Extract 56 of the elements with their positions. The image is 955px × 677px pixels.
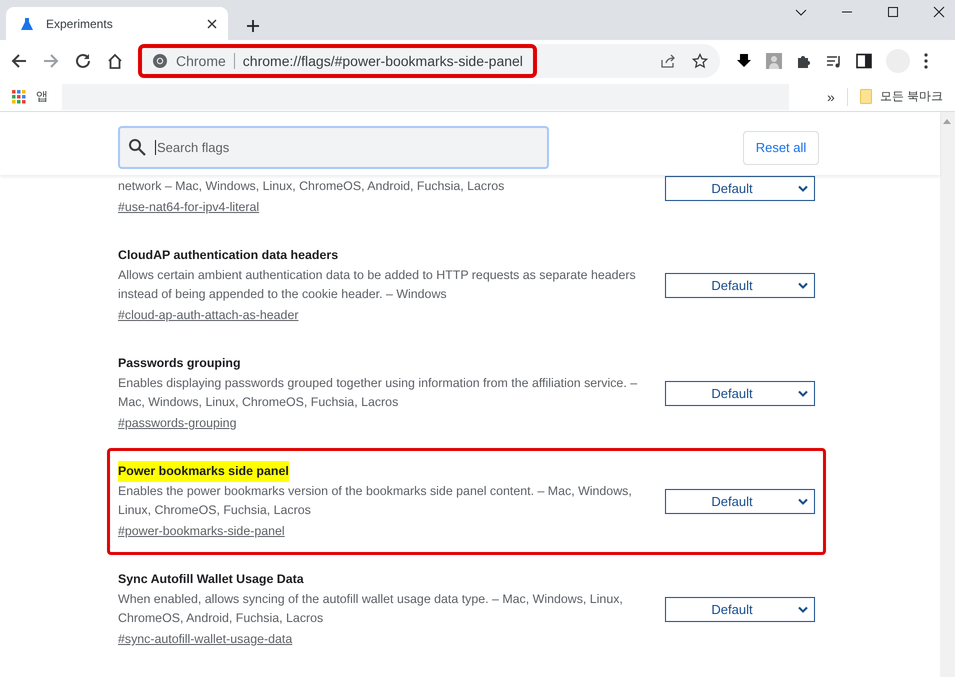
flag-link[interactable]: #power-bookmarks-side-panel: [118, 520, 285, 542]
flag-title: Power bookmarks side panel: [118, 461, 289, 482]
flag-state-dropdown[interactable]: Default: [665, 381, 815, 406]
flag-link[interactable]: #sync-autofill-wallet-usage-data: [118, 628, 292, 650]
flag-description: Enables the power bookmarks version of the bookmarks side panel content. – Mac, Windows, Linux, ChromeOS, Fuchsia, Lacros: [118, 483, 633, 519]
flag-description: Allows certain ambient authentication data to be added to HTTP requests as separate headers instead of being appended to the cookie header. – Windows: [118, 267, 637, 303]
forward-icon[interactable]: [42, 52, 60, 70]
browser-tab[interactable]: Experiments: [6, 7, 228, 40]
chevron-down-icon: [798, 606, 808, 614]
scrollbar[interactable]: [940, 112, 955, 677]
menu-icon[interactable]: [924, 53, 928, 69]
back-icon[interactable]: [10, 52, 28, 70]
flag-link[interactable]: #cloud-ap-auth-attach-as-header: [118, 304, 298, 326]
apps-grid-icon[interactable]: [12, 90, 26, 104]
media-list-icon[interactable]: [826, 53, 842, 69]
flag-description: network – Mac, Windows, Linux, ChromeOS, Android, Fuchsia, Lacros: [118, 178, 506, 195]
overflow-chevron[interactable]: »: [827, 88, 835, 104]
text-caret: [155, 140, 156, 155]
flag-state-dropdown[interactable]: Default: [665, 273, 815, 298]
folder-icon: [860, 89, 872, 104]
flag-state-dropdown[interactable]: Default: [665, 176, 815, 201]
flask-icon: [20, 16, 34, 30]
site-label: Chrome: [176, 53, 226, 69]
side-panel-icon[interactable]: [856, 53, 872, 69]
extensions-icon[interactable]: [796, 53, 812, 69]
reset-all-button[interactable]: Reset all: [743, 130, 819, 164]
search-field[interactable]: Search flags: [118, 126, 549, 169]
flag-link[interactable]: #use-nat64-for-ipv4-literal: [118, 196, 260, 218]
download-icon[interactable]: [736, 53, 752, 69]
chevron-down-icon: [798, 184, 808, 192]
url-text[interactable]: chrome://flags/#power-bookmarks-side-panel: [242, 53, 523, 69]
tab-title: Experiments: [46, 16, 114, 30]
bookmark-folder[interactable]: 모든 북마크: [880, 88, 944, 105]
home-icon[interactable]: [106, 52, 124, 70]
close-window-icon[interactable]: [933, 6, 945, 18]
apps-label[interactable]: 앱: [36, 88, 48, 105]
flag-title: Passwords grouping: [118, 355, 241, 372]
chevron-down-icon: [798, 282, 808, 290]
search-icon: [128, 138, 146, 156]
flag-description: Enables displaying passwords grouped together using information from the affiliation service. – Mac, Windows, Linux, ChromeOS, Fuchsia, Lacros: [118, 375, 638, 411]
flag-link[interactable]: #passwords-grouping: [118, 412, 236, 434]
address-bar[interactable]: Chrome chrome://flags/#power-bookmarks-side-panel: [140, 44, 720, 78]
flag-state-dropdown[interactable]: Default: [665, 597, 815, 622]
flag-state-dropdown[interactable]: Default: [665, 489, 815, 514]
reload-icon[interactable]: [74, 52, 92, 70]
chevron-down-icon: [798, 498, 808, 506]
flag-title: Sync Autofill Wallet Usage Data: [118, 571, 304, 588]
chevron-down-icon: [798, 390, 808, 398]
maximize-icon[interactable]: [887, 6, 899, 18]
flag-title: CloudAP authentication data headers: [118, 247, 338, 264]
share-icon[interactable]: [660, 53, 676, 69]
new-tab-icon[interactable]: [246, 19, 260, 33]
close-icon[interactable]: [206, 18, 218, 30]
star-icon[interactable]: [692, 53, 708, 69]
flag-description: When enabled, allows syncing of the autofill wallet usage data type. – Mac, Windows, Linux, ChromeOS, Android, Fuchsia, Lacros: [118, 591, 624, 627]
chrome-logo-icon: [152, 53, 168, 69]
